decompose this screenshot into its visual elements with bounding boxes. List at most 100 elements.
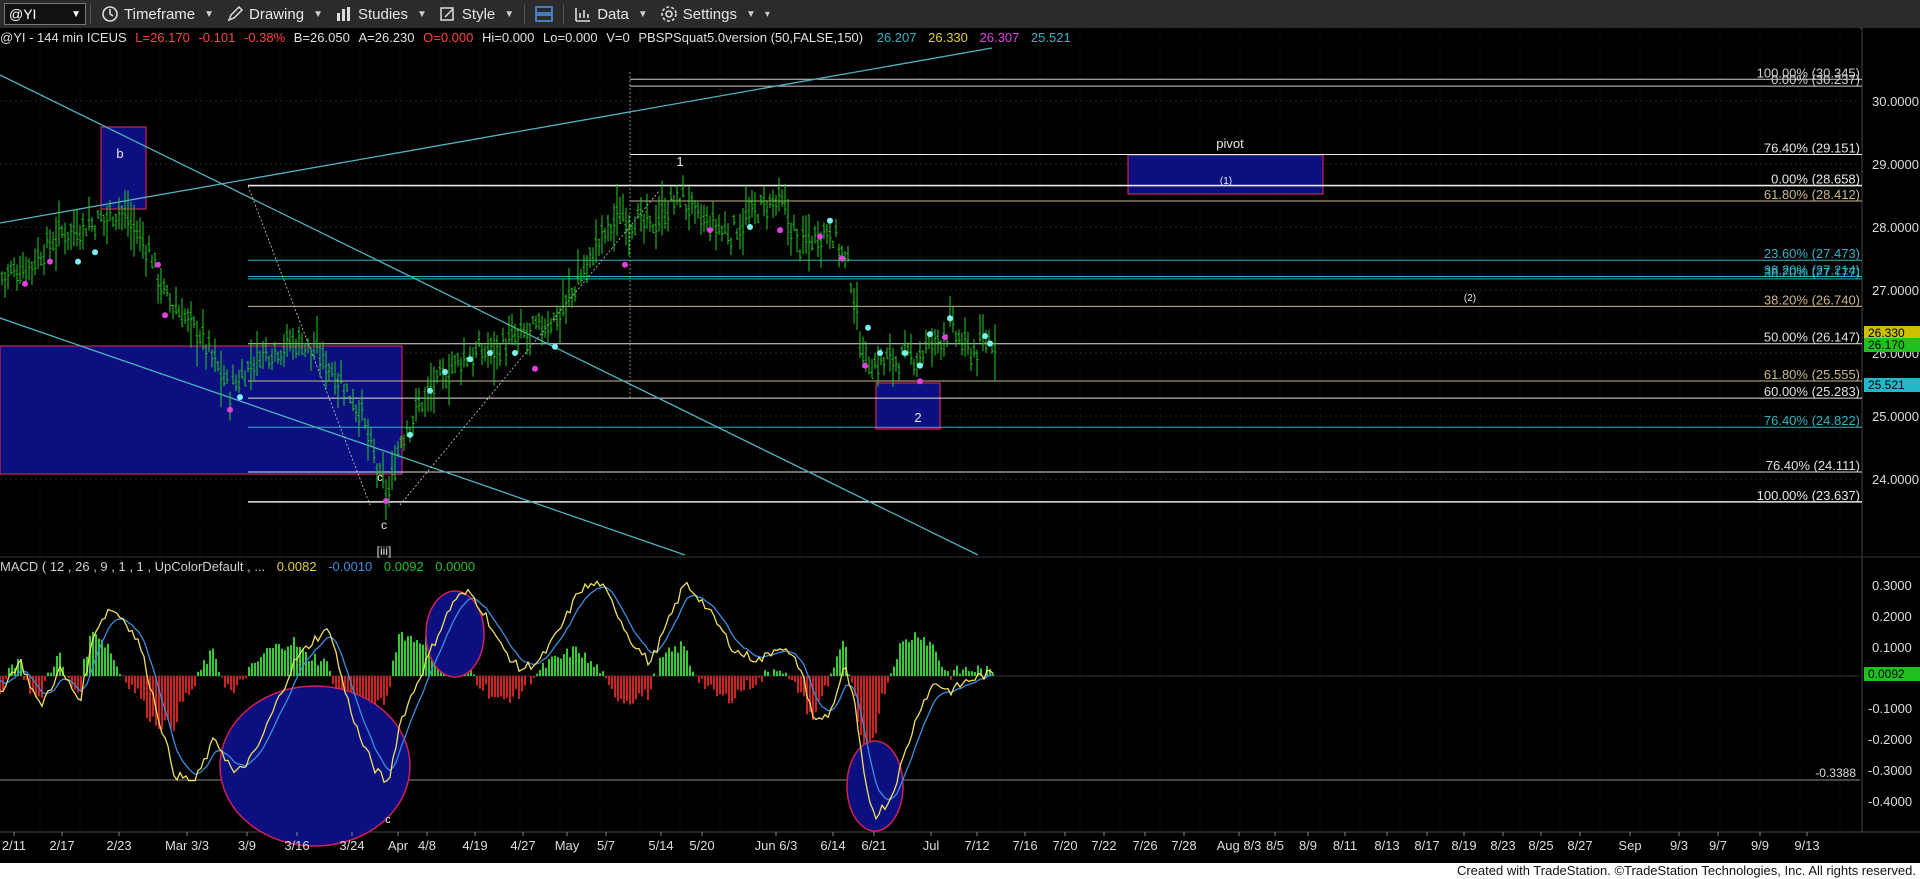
header-value-4: 25.521	[1030, 30, 1071, 45]
fib-label: 76.40% (24.822)	[1764, 413, 1860, 428]
signal-dot	[467, 356, 473, 363]
zone-box-c	[0, 345, 403, 475]
price-tick: 27.0000	[1872, 283, 1919, 298]
time-tick-label: 7/26	[1132, 838, 1157, 853]
toolbar: @YI ▼ Timeframe ▼ Drawing ▼ Studies ▼ Style…	[0, 0, 1920, 29]
signal-dot	[902, 350, 908, 356]
macd-tick: 0.2000	[1872, 609, 1912, 624]
header-symbol: @YI - 144 min ICEUS	[0, 30, 127, 45]
time-tick-label: 8/17	[1414, 838, 1439, 853]
data-button[interactable]: Data ▼	[568, 1, 654, 27]
time-tick-label: 4/19	[462, 838, 487, 853]
header-vol: V=0	[606, 30, 630, 45]
time-tick-label: 9/13	[1794, 838, 1819, 853]
signal-dot	[917, 362, 923, 369]
price-pane[interactable]	[0, 28, 1860, 556]
fib-label: 38.20% (27.177)	[1764, 265, 1860, 280]
signal-dot	[817, 233, 823, 240]
signal-dot	[427, 387, 433, 394]
fib-label: 38.20% (26.740)	[1764, 292, 1860, 307]
chevron-down-icon: ▼	[637, 8, 648, 20]
gear-icon	[660, 6, 677, 22]
price-badge-study-text: 25.521	[1868, 378, 1905, 392]
chart-header: @YI - 144 min ICEUS L=26.170 -0.101 -0.3…	[0, 30, 1071, 46]
signal-dot	[877, 350, 883, 356]
label-b: b	[116, 146, 123, 161]
signal-dot	[552, 343, 558, 350]
style-label: Style	[461, 5, 496, 23]
layout-button[interactable]	[529, 1, 559, 27]
drawing-button[interactable]: Drawing ▼	[220, 1, 329, 27]
style-button[interactable]: Style ▼	[433, 1, 520, 27]
dropdown-arrow-icon[interactable]: ▼	[71, 9, 81, 20]
label-c-macd: c	[385, 814, 391, 826]
macd-tick: 0.1000	[1872, 640, 1912, 655]
macd-label: MACD ( 12 , 26 , 9 , 1 , 1 , UpColorDefa…	[0, 559, 266, 574]
time-tick-label: 8/25	[1528, 838, 1553, 853]
time-tick-label: 3/24	[339, 838, 364, 853]
chevron-down-icon: ▼	[745, 8, 756, 20]
macd-tick: -0.2000	[1868, 732, 1912, 747]
time-tick-label: Jun 6/3	[755, 838, 798, 853]
footer: Created with TradeStation. ©TradeStation…	[0, 863, 1920, 879]
layout-icon	[535, 6, 553, 22]
time-tick-label: Apr	[388, 838, 409, 853]
header-pct: -0.38%	[243, 30, 286, 45]
header-hi: Hi=0.000	[481, 30, 535, 45]
time-tick-label: 2/11	[2, 838, 26, 853]
fib-label: 60.00% (25.283)	[1764, 384, 1860, 399]
chart-canvas[interactable]: 100.00% (30.345)0.00% (30.237)76.40% (29…	[0, 28, 1920, 863]
studies-button[interactable]: Studies ▼	[329, 1, 433, 27]
label-pivot: pivot	[1216, 136, 1244, 151]
signal-dot	[22, 280, 28, 287]
signal-dot	[75, 258, 81, 265]
time-tick-label: 9/7	[1709, 838, 1727, 853]
price-tick: 30.0000	[1872, 94, 1919, 109]
signal-dot	[827, 217, 833, 224]
signal-dot	[777, 227, 783, 234]
settings-button[interactable]: Settings ▼ ▾	[654, 1, 776, 27]
signal-dot	[532, 365, 538, 372]
macd-badge-text: 0.0092	[1868, 667, 1905, 681]
time-tick-label: 9/9	[1751, 838, 1769, 853]
timeframe-button[interactable]: Timeframe ▼	[95, 1, 220, 27]
signal-dot	[947, 315, 953, 322]
price-tick: 28.0000	[1872, 220, 1919, 235]
fib-label: 0.00% (30.237)	[1771, 72, 1860, 87]
chevron-down-icon: ▼	[417, 8, 427, 20]
price-tick: 29.0000	[1872, 157, 1919, 172]
signal-dot	[487, 350, 493, 356]
macd-level-label: -0.3388	[1815, 766, 1856, 780]
fib-label: 50.00% (26.147)	[1764, 330, 1860, 345]
style-icon	[440, 7, 454, 21]
time-tick-label: 8/27	[1567, 838, 1592, 853]
macd-tick: -0.3000	[1868, 763, 1912, 778]
signal-dot	[747, 224, 753, 230]
label-wave-paren-2: (2)	[1464, 293, 1476, 304]
fib-label: 61.80% (25.555)	[1764, 367, 1860, 382]
zone-box-2	[875, 382, 941, 430]
time-tick-label: 6/21	[861, 838, 886, 853]
symbol-input[interactable]: @YI ▼	[4, 3, 86, 25]
signal-dot	[162, 312, 168, 319]
signal-dot	[927, 331, 933, 338]
time-tick-label: 6/14	[820, 838, 845, 853]
signal-dot	[917, 378, 923, 385]
time-tick-label: 8/23	[1490, 838, 1515, 853]
data-label: Data	[597, 5, 629, 23]
macd-value-3: 0.0092	[383, 559, 424, 574]
time-tick-label: 3/16	[284, 838, 309, 853]
time-tick-label: 8/13	[1374, 838, 1399, 853]
time-tick-label: 2/23	[106, 838, 131, 853]
header-study: PBSPSquat5.0version (50,FALSE,150)	[638, 30, 864, 45]
settings-label: Settings	[682, 5, 737, 23]
signal-dot	[862, 362, 868, 369]
time-tick-label: 8/19	[1451, 838, 1476, 853]
label-wave-2: 2	[914, 410, 921, 425]
time-tick-label: 9/3	[1670, 838, 1688, 853]
signal-dot	[407, 431, 413, 438]
time-tick-label: 3/9	[238, 838, 256, 853]
time-tick-label: 5/14	[648, 838, 673, 853]
header-bid: B=26.050	[293, 30, 350, 45]
symbol-value: @YI	[9, 6, 37, 22]
